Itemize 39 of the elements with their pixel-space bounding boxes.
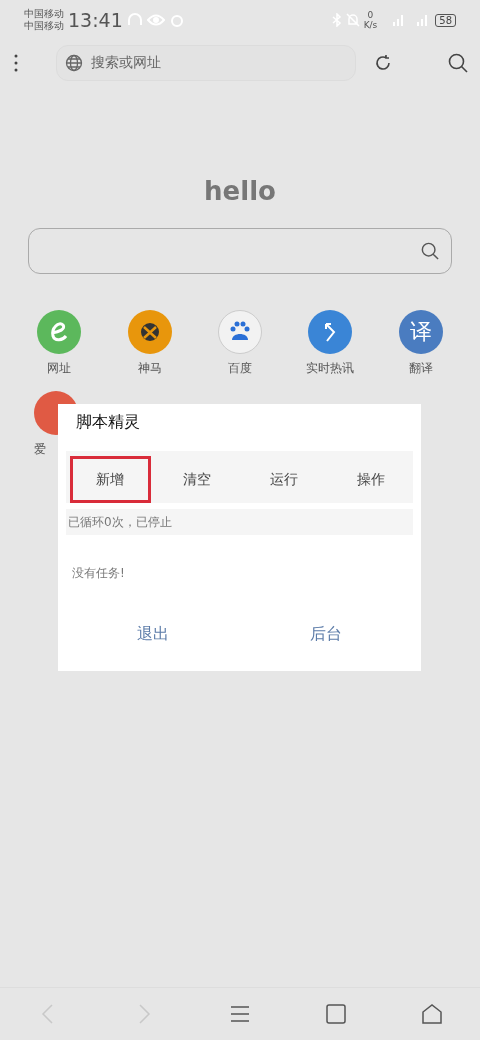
eye-icon [146, 14, 165, 26]
shortcut-icon[interactable] [218, 310, 262, 354]
muted-bell-icon [345, 13, 360, 27]
search-field[interactable] [28, 228, 452, 274]
run-status: 已循环0次，已停止 [66, 509, 413, 535]
globe-icon [65, 54, 83, 72]
bluetooth-icon [331, 13, 342, 27]
tab[interactable]: 运行 [243, 456, 325, 503]
shortcut-label[interactable]: 实时热讯 [306, 360, 355, 377]
refresh-icon[interactable] [374, 54, 392, 72]
tab[interactable]: 清空 [156, 456, 238, 503]
shortcut-icon[interactable] [127, 310, 172, 354]
headphones-icon [126, 12, 143, 28]
alarm-icon [168, 12, 185, 28]
shortcut-label[interactable]: 翻译 [408, 360, 433, 377]
icon-glyph: 译 [409, 318, 432, 346]
carrier-names: 中国移动 中国移动 [24, 8, 64, 32]
address-placeholder: 搜索或网址 [91, 54, 161, 72]
search-icon[interactable] [421, 242, 439, 260]
dialog-button[interactable]: 后台 [239, 618, 413, 651]
network-speed: 0 K/s [363, 10, 378, 30]
shortcut-label[interactable]: 百度 [228, 360, 252, 377]
dialog-button[interactable]: 退出 [66, 618, 240, 651]
battery-level: 58 [435, 13, 456, 27]
shortcut-icon[interactable]: 译 [398, 310, 443, 354]
tab[interactable]: 操作 [330, 456, 411, 503]
address-field[interactable]: 搜索或网址 [56, 45, 356, 81]
shortcut-label[interactable]: 爱 [34, 441, 46, 458]
dialog-title: 脚本精灵 [75, 411, 141, 433]
logo-text: hello [204, 176, 276, 206]
search-icon[interactable] [448, 53, 468, 73]
tabs-icon[interactable] [324, 1002, 348, 1026]
empty-message: 没有任务! [71, 565, 126, 582]
clock: 13:41 [68, 9, 123, 31]
shortcut-label[interactable]: 网址 [47, 360, 72, 377]
home-icon[interactable] [420, 1002, 444, 1026]
more-icon[interactable] [14, 54, 18, 72]
tab[interactable]: 新增 [70, 456, 151, 503]
shortcut-label[interactable]: 神马 [137, 360, 162, 377]
